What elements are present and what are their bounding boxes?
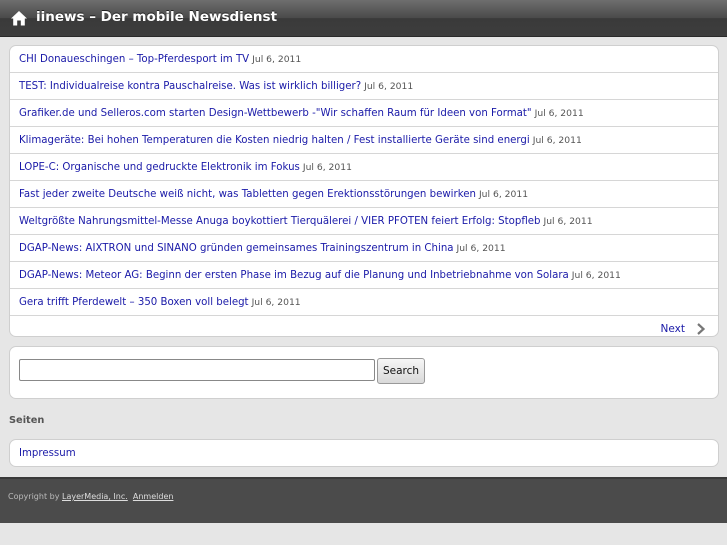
news-link[interactable]: Grafiker.de und Selleros.com starten Des… [19, 108, 532, 119]
list-item: Impressum [10, 440, 718, 466]
news-date: Jul 6, 2011 [252, 54, 302, 65]
news-date: Jul 6, 2011 [571, 270, 621, 281]
news-item: CHI Donaueschingen – Top-Pferdesport im … [10, 46, 718, 73]
news-date: Jul 6, 2011 [543, 216, 593, 227]
news-date: Jul 6, 2011 [364, 81, 414, 92]
pages-list: Impressum [9, 439, 719, 467]
news-link[interactable]: DGAP-News: Meteor AG: Beginn der ersten … [19, 270, 569, 281]
copyright-label: Copyright by [8, 492, 60, 501]
news-date: Jul 6, 2011 [456, 243, 506, 254]
news-item: Weltgrößte Nahrungsmittel-Messe Anuga bo… [10, 208, 718, 235]
impressum-link[interactable]: Impressum [19, 448, 76, 459]
home-icon[interactable] [10, 9, 28, 27]
news-item: Fast jeder zweite Deutsche weiß nicht, w… [10, 181, 718, 208]
news-link[interactable]: LOPE-C: Organische und gedruckte Elektro… [19, 162, 300, 173]
news-link[interactable]: CHI Donaueschingen – Top-Pferdesport im … [19, 54, 249, 65]
news-item: TEST: Individualreise kontra Pauschalrei… [10, 73, 718, 100]
news-link[interactable]: Fast jeder zweite Deutsche weiß nicht, w… [19, 189, 476, 200]
news-date: Jul 6, 2011 [478, 189, 529, 200]
news-item: Gera trifft Pferdewelt – 350 Boxen voll … [10, 289, 718, 316]
chevron-right-icon[interactable] [696, 323, 706, 335]
news-date: Jul 6, 2011 [302, 162, 352, 173]
news-date: Jul 6, 2011 [534, 108, 584, 119]
login-link[interactable]: Anmelden [133, 492, 174, 501]
footer: Copyright by LayerMedia, Inc. Anmelden [0, 477, 727, 525]
news-link[interactable]: Gera trifft Pferdewelt – 350 Boxen voll … [19, 297, 249, 308]
news-link[interactable]: Weltgrößte Nahrungsmittel-Messe Anuga bo… [19, 216, 541, 227]
news-item: Klimageräte: Bei hohen Temperaturen die … [10, 127, 718, 154]
pages-heading: Seiten [9, 415, 45, 426]
next-link[interactable]: Next [661, 316, 685, 336]
news-item: LOPE-C: Organische und gedruckte Elektro… [10, 154, 718, 181]
top-bar: iinews – Der mobile Newsdienst [0, 0, 727, 37]
footer-text: Copyright by LayerMedia, Inc. Anmelden [8, 492, 173, 501]
search-input[interactable] [19, 359, 375, 381]
news-date: Jul 6, 2011 [251, 297, 301, 308]
news-item: DGAP-News: Meteor AG: Beginn der ersten … [10, 262, 718, 289]
news-link[interactable]: Klimageräte: Bei hohen Temperaturen die … [19, 135, 530, 146]
news-date: Jul 6, 2011 [532, 135, 582, 146]
news-item: DGAP-News: AIXTRON und SINANO gründen ge… [10, 235, 718, 262]
news-link[interactable]: TEST: Individualreise kontra Pauschalrei… [19, 81, 361, 92]
page-bottom [0, 523, 727, 545]
news-item: Grafiker.de und Selleros.com starten Des… [10, 100, 718, 127]
search-button[interactable]: Search [377, 358, 425, 384]
search-panel: Search [9, 346, 719, 399]
news-link[interactable]: DGAP-News: AIXTRON und SINANO gründen ge… [19, 243, 454, 254]
site-title[interactable]: iinews – Der mobile Newsdienst [36, 9, 277, 25]
news-list: CHI Donaueschingen – Top-Pferdesport im … [9, 45, 719, 337]
company-link[interactable]: LayerMedia, Inc. [62, 492, 128, 501]
pagination: Next [10, 316, 718, 336]
